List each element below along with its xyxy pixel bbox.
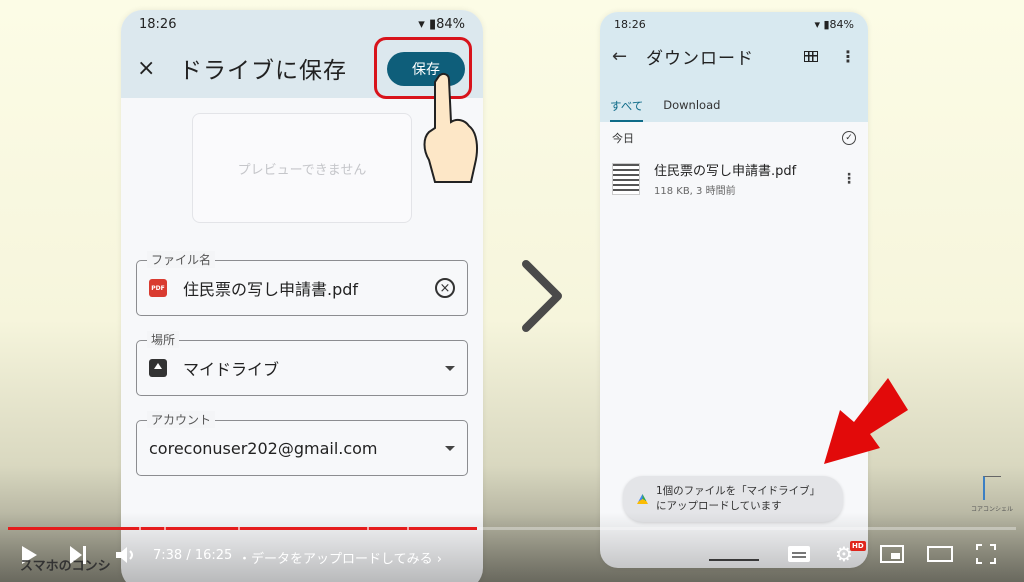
wifi-icon: ▾ [418, 16, 425, 32]
tab-bar: すべて Download [600, 86, 868, 122]
location-select[interactable]: 場所 マイドライブ [136, 331, 468, 396]
grid-view-icon[interactable] [804, 50, 818, 62]
account-label: アカウント [147, 411, 216, 428]
more-options-icon[interactable]: ⋮ [840, 47, 856, 66]
chapter-marker [407, 527, 410, 530]
google-drive-icon [637, 494, 648, 504]
file-meta: 118 KB, 3 時間前 [654, 186, 736, 197]
toast-message: 1個のファイルを「マイドライブ」 にアップロードしています [656, 484, 820, 514]
clear-icon[interactable]: × [435, 278, 455, 298]
subtitles-icon[interactable] [788, 546, 810, 562]
chevron-right-icon [522, 260, 562, 332]
time-display: 7:38 / 16:25 [153, 548, 233, 563]
pointing-hand-icon [423, 72, 478, 183]
account-value: coreconuser202@gmail.com [149, 438, 378, 458]
volume-icon[interactable] [116, 546, 136, 564]
preview-unavailable-text: プレビューできません [237, 162, 367, 178]
file-preview: プレビューできません [192, 113, 412, 223]
status-time: 18:26 [614, 17, 646, 31]
account-select[interactable]: アカウント coreconuser202@gmail.com [136, 411, 468, 476]
section-today: 今日 ✓ [600, 122, 868, 154]
progress-bar[interactable] [8, 527, 1016, 530]
downloads-screen: 18:26 ▾ ▮84% ← ダウンロード ⋮ すべて Download 今日 … [600, 12, 868, 568]
chapter-marker [366, 527, 369, 530]
close-icon[interactable]: × [137, 56, 167, 81]
status-icons: ▾ ▮84% [418, 17, 465, 32]
more-options-icon[interactable]: ⋮ [842, 171, 856, 187]
player-controls: 7:38 / 16:25 ・データをアップロードしてみる › [0, 538, 1024, 572]
pdf-icon: PDF [149, 279, 167, 297]
dropdown-arrow-icon[interactable] [445, 365, 455, 371]
red-arrow-icon [824, 378, 908, 464]
dropdown-arrow-icon[interactable] [445, 445, 455, 451]
tab-download[interactable]: Download [663, 86, 720, 122]
location-value: マイドライブ [183, 360, 280, 379]
status-bar: 18:26 ▾ ▮84% [121, 10, 483, 38]
battery-level: 84% [436, 16, 465, 32]
battery-level: 84% [829, 17, 854, 31]
top-app-bar: 18:26 ▾ ▮84% ← ダウンロード ⋮ すべて Download [600, 12, 868, 122]
logo-mark-icon [983, 476, 1001, 500]
channel-logo: コアコンシェル [968, 476, 1016, 513]
wifi-icon: ▾ [814, 17, 820, 31]
chapter-marker [139, 527, 142, 530]
file-info: 住民票の写し申請書.pdf 118 KB, 3 時間前 [654, 160, 842, 197]
logo-text: コアコンシェル [970, 506, 1013, 513]
upload-toast: 1個のファイルを「マイドライブ」 にアップロードしています [623, 476, 843, 522]
watermark: スマホのコンシ [20, 559, 111, 574]
chapter-marker [237, 527, 240, 530]
downloads-header: ← ダウンロード ⋮ [600, 36, 868, 76]
back-arrow-icon[interactable]: ← [612, 46, 636, 67]
tab-all[interactable]: すべて [610, 86, 644, 122]
miniplayer-icon[interactable] [880, 545, 904, 563]
filename-input[interactable]: 住民票の写し申請書.pdf [183, 276, 435, 300]
list-item[interactable]: 住民票の写し申請書.pdf 118 KB, 3 時間前 ⋮ [600, 154, 868, 203]
status-time: 18:26 [139, 16, 177, 32]
toast-line-1: 1個のファイルを「マイドライブ」 [656, 485, 821, 497]
fullscreen-icon[interactable] [976, 544, 996, 564]
status-icons: ▾ ▮84% [814, 18, 854, 31]
select-all-check-icon[interactable]: ✓ [842, 131, 856, 145]
document-thumbnail-icon [612, 162, 640, 195]
hd-badge: HD [850, 541, 866, 551]
status-bar: 18:26 ▾ ▮84% [600, 12, 868, 36]
section-label: 今日 [612, 132, 634, 145]
file-name: 住民票の写し申請書.pdf [654, 164, 797, 179]
page-title: ダウンロード [646, 48, 754, 69]
toast-line-2: にアップロードしています [656, 500, 782, 512]
filename-label: ファイル名 [147, 251, 216, 268]
filename-field[interactable]: ファイル名 PDF 住民票の写し申請書.pdf × [136, 251, 468, 316]
chapter-title[interactable]: ・データをアップロードしてみる › [238, 548, 442, 567]
drive-icon [149, 359, 167, 377]
theater-mode-icon[interactable] [927, 546, 953, 562]
location-label: 場所 [147, 331, 180, 348]
video-frame[interactable]: 18:26 ▾ ▮84% × ドライブに保存 保存 プレビューできません ファイ… [0, 0, 1024, 582]
save-to-drive-screen: 18:26 ▾ ▮84% × ドライブに保存 保存 プレビューできません ファイ… [121, 10, 483, 582]
chapter-marker [164, 527, 167, 530]
